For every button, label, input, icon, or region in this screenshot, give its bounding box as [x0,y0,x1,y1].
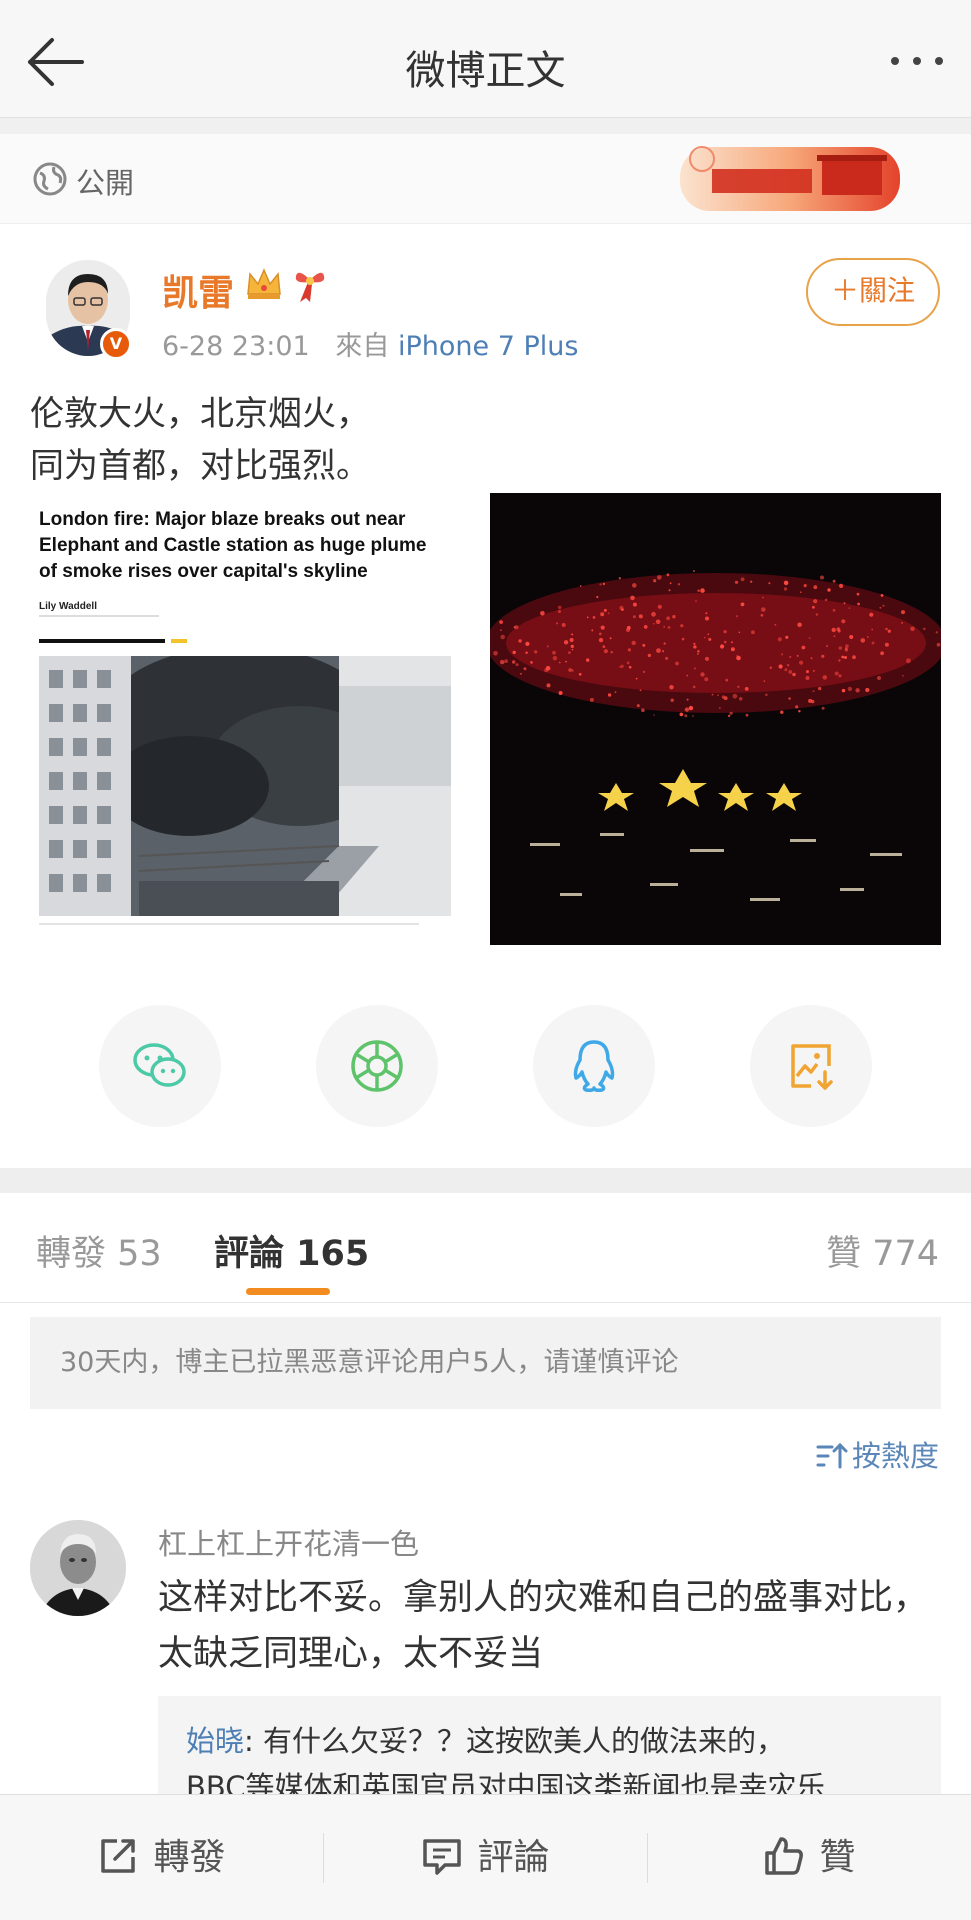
comment-icon [423,1839,462,1875]
comment-text: 这样对比不妥。拿别人的灾难和自己的盛事对比，太缺乏同理心，太不妥当 [158,1578,929,1674]
post-image-news-screenshot[interactable]: London fire: Major blaze breaks out near… [31,493,486,945]
section-gap [0,118,971,134]
tab-likes[interactable]: 贊 774 [826,1225,939,1276]
top-nav-bar: 微博正文 [0,0,971,118]
post-text-line: 伦敦大火，北京烟火， [30,394,370,434]
commenter-name[interactable]: 杠上杠上开花清一色 [158,1521,419,1563]
post-text-line: 同为首都，对比强烈。 [30,446,370,486]
page-title: 微博正文 [405,48,566,94]
like-label: 贊 [819,1837,856,1878]
post-image-fireworks[interactable] [490,493,941,945]
news-headline: London fire: Major blaze breaks out near [39,509,406,530]
repost-icon [101,1839,136,1873]
author-name[interactable]: 凯雷 [162,264,234,316]
share-row [0,1005,971,1127]
follow-button[interactable]: ＋關注 [806,258,940,326]
section-separator [0,1168,971,1193]
reply-text: : 有什么欠妥？？这按欧美人的做法来的， [244,1724,786,1758]
commenter-avatar[interactable] [30,1520,126,1616]
reply-text-continued: BBC等媒体和英国官员对中国这类新闻也是幸灾乐 [186,1770,826,1796]
wechat-icon [133,1043,186,1087]
moments-icon [351,1040,403,1092]
news-headline: of smoke rises over capital's skyline [39,561,368,582]
fire-photo [39,656,451,916]
interaction-tabs: 轉發 53 評論 165 贊 774 [0,1193,971,1303]
comment-reply-box[interactable]: 始晓: 有什么欠妥？？这按欧美人的做法来的， BBC等媒体和英国官员对中国这类新… [158,1696,941,1796]
centenary-banner-image[interactable] [672,137,906,219]
active-tab-indicator [246,1288,330,1295]
sort-icon [816,1442,848,1469]
share-qq-button[interactable] [533,1005,655,1127]
tab-repost[interactable]: 轉發 53 [36,1225,162,1276]
share-moments-button[interactable] [316,1005,438,1127]
blocked-users-notice: 30天内，博主已拉黑恶意评论用户5人，请谨慎评论 [30,1317,941,1409]
news-divider-accent [171,639,187,643]
comment-button[interactable]: 評論 [324,1795,647,1920]
news-divider [39,639,165,643]
crown-icon [247,268,281,299]
post-from-label: 來自 [335,331,390,362]
post-meta: 6-28 23:01 來自 iPhone 7 Plus [162,324,578,363]
news-headline: Elephant and Castle station as huge plum… [39,535,427,556]
news-date-line [39,615,159,617]
reply-author[interactable]: 始晓 [186,1724,244,1758]
qq-icon [573,1040,615,1092]
repost-label: 轉發 [153,1837,226,1878]
post-source[interactable]: iPhone 7 Plus [398,331,578,362]
comment-label: 評論 [477,1837,550,1878]
sort-label: 按熱度 [851,1439,939,1473]
sort-button[interactable]: 按熱度 [816,1433,939,1475]
like-button[interactable]: 贊 [648,1795,971,1920]
visibility-label: 公開 [76,166,135,200]
verified-badge-icon: V [100,328,132,360]
repost-button[interactable]: 轉發 [0,1795,323,1920]
more-options-icon[interactable] [885,46,949,76]
bottom-action-bar: 轉發 評論 贊 [0,1794,971,1920]
share-wechat-button[interactable] [99,1005,221,1127]
post-text: 伦敦大火，北京烟火， 同为首都，对比强烈。 [30,388,370,492]
globe-icon [33,162,67,196]
tab-comments[interactable]: 評論 165 [214,1225,369,1276]
news-byline: Lily Waddell [39,601,97,612]
save-image-icon [791,1044,833,1090]
ribbon-badge-icon [295,272,325,302]
news-caption [39,923,419,925]
post-time: 6-28 23:01 [162,331,310,362]
save-image-button[interactable] [750,1005,872,1127]
thumbs-up-icon [765,1837,804,1875]
